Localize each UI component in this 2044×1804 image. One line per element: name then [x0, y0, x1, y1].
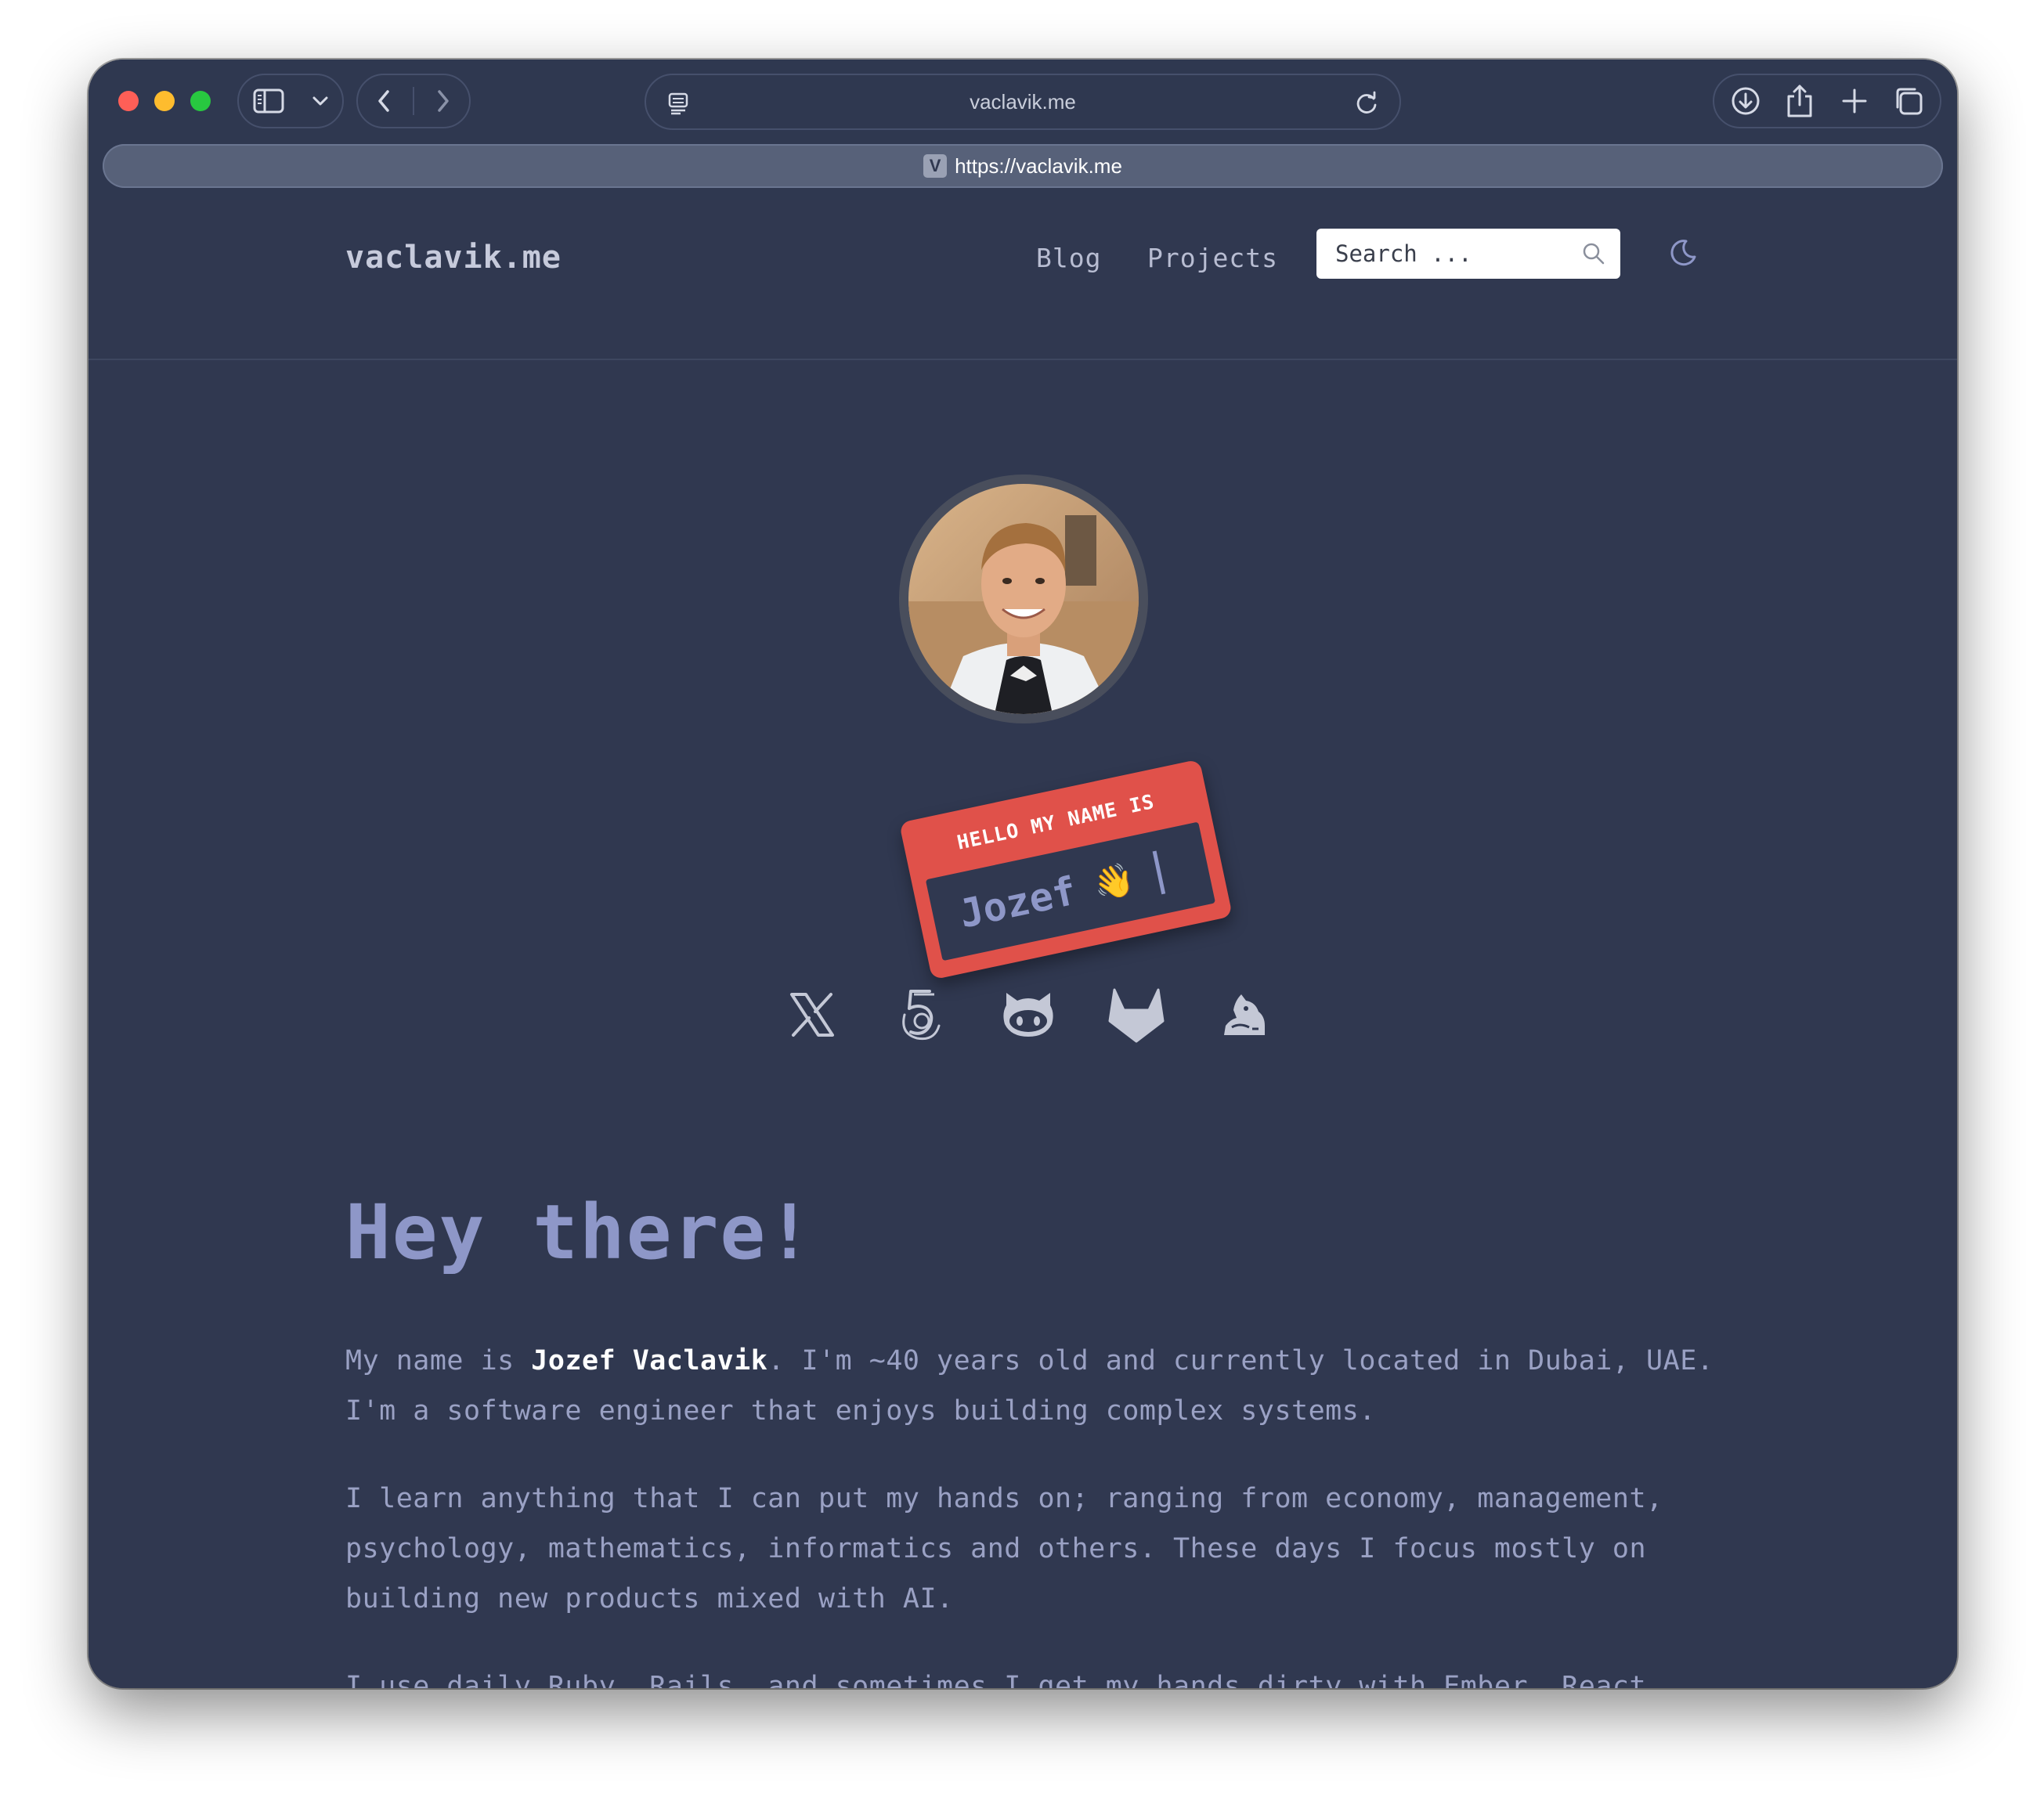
sidebar-icon[interactable]	[245, 78, 292, 124]
zoom-window-button[interactable]	[190, 91, 211, 111]
search-input[interactable]	[1316, 229, 1620, 279]
search-icon[interactable]	[1581, 241, 1606, 269]
actions-group	[1713, 74, 1941, 128]
screenshot-stage: vaclavik.me V https://vaclavik.me vaclav…	[0, 0, 2044, 1804]
intro-p1-prefix: My name is	[345, 1345, 532, 1376]
tabs-overview-icon[interactable]	[1885, 78, 1932, 124]
mastodon-icon[interactable]	[1213, 983, 1276, 1046]
badge-name: Jozef	[955, 868, 1081, 937]
chevron-down-icon[interactable]	[305, 78, 336, 124]
forward-arrow-icon[interactable]	[420, 78, 467, 124]
download-icon[interactable]	[1722, 78, 1769, 124]
nav-blog-link[interactable]: Blog	[1036, 243, 1101, 273]
navigation-group	[356, 74, 471, 128]
reload-icon[interactable]	[1345, 81, 1389, 128]
moon-icon[interactable]	[1667, 236, 1699, 271]
browser-toolbar: vaclavik.me V https://vaclavik.me	[88, 60, 1957, 200]
plus-icon[interactable]	[1831, 78, 1878, 124]
typing-cursor	[1152, 850, 1165, 895]
intro-paragraph-3: I use daily Ruby, Rails, and sometimes I…	[345, 1671, 1663, 1688]
close-window-button[interactable]	[118, 91, 139, 111]
tab-url: https://vaclavik.me	[955, 153, 1122, 178]
author-name: Jozef Vaclavik	[531, 1345, 768, 1376]
avatar	[899, 474, 1148, 723]
hero-heading: Hey there!	[345, 1189, 814, 1276]
site-header: vaclavik.me Blog Projects	[88, 200, 1957, 360]
github-icon[interactable]	[997, 983, 1060, 1046]
intro-paragraph-2: I learn anything that I can put my hands…	[345, 1483, 1663, 1615]
nav-projects-link[interactable]: Projects	[1147, 243, 1278, 273]
intro-paragraph-1: My name is Jozef Vaclavik. I'm ~40 years…	[345, 1336, 1724, 1436]
minimize-window-button[interactable]	[154, 91, 175, 111]
stackoverflow-icon[interactable]	[889, 983, 952, 1046]
back-arrow-icon[interactable]	[360, 78, 407, 124]
browser-window: vaclavik.me V https://vaclavik.me vaclav…	[88, 60, 1957, 1688]
gitlab-icon[interactable]	[1105, 983, 1168, 1046]
active-tab[interactable]: V https://vaclavik.me	[103, 144, 1943, 188]
share-icon[interactable]	[1776, 78, 1823, 124]
web-page: vaclavik.me Blog Projects Search ... HEL…	[88, 200, 1957, 1688]
intro-content: My name is Jozef Vaclavik. I'm ~40 years…	[345, 1336, 1724, 1688]
site-title-link[interactable]: vaclavik.me	[345, 240, 562, 276]
address-host: vaclavik.me	[970, 89, 1076, 114]
name-badge: HELLO MY NAME IS Jozef 👋	[898, 759, 1233, 980]
sidebar-group	[237, 74, 344, 128]
address-bar[interactable]: vaclavik.me	[645, 74, 1401, 130]
waving-hand-icon: 👋	[1089, 858, 1138, 905]
x-icon[interactable]	[781, 983, 843, 1046]
tab-favicon: V	[923, 154, 948, 178]
toolbar-divider	[412, 87, 414, 115]
